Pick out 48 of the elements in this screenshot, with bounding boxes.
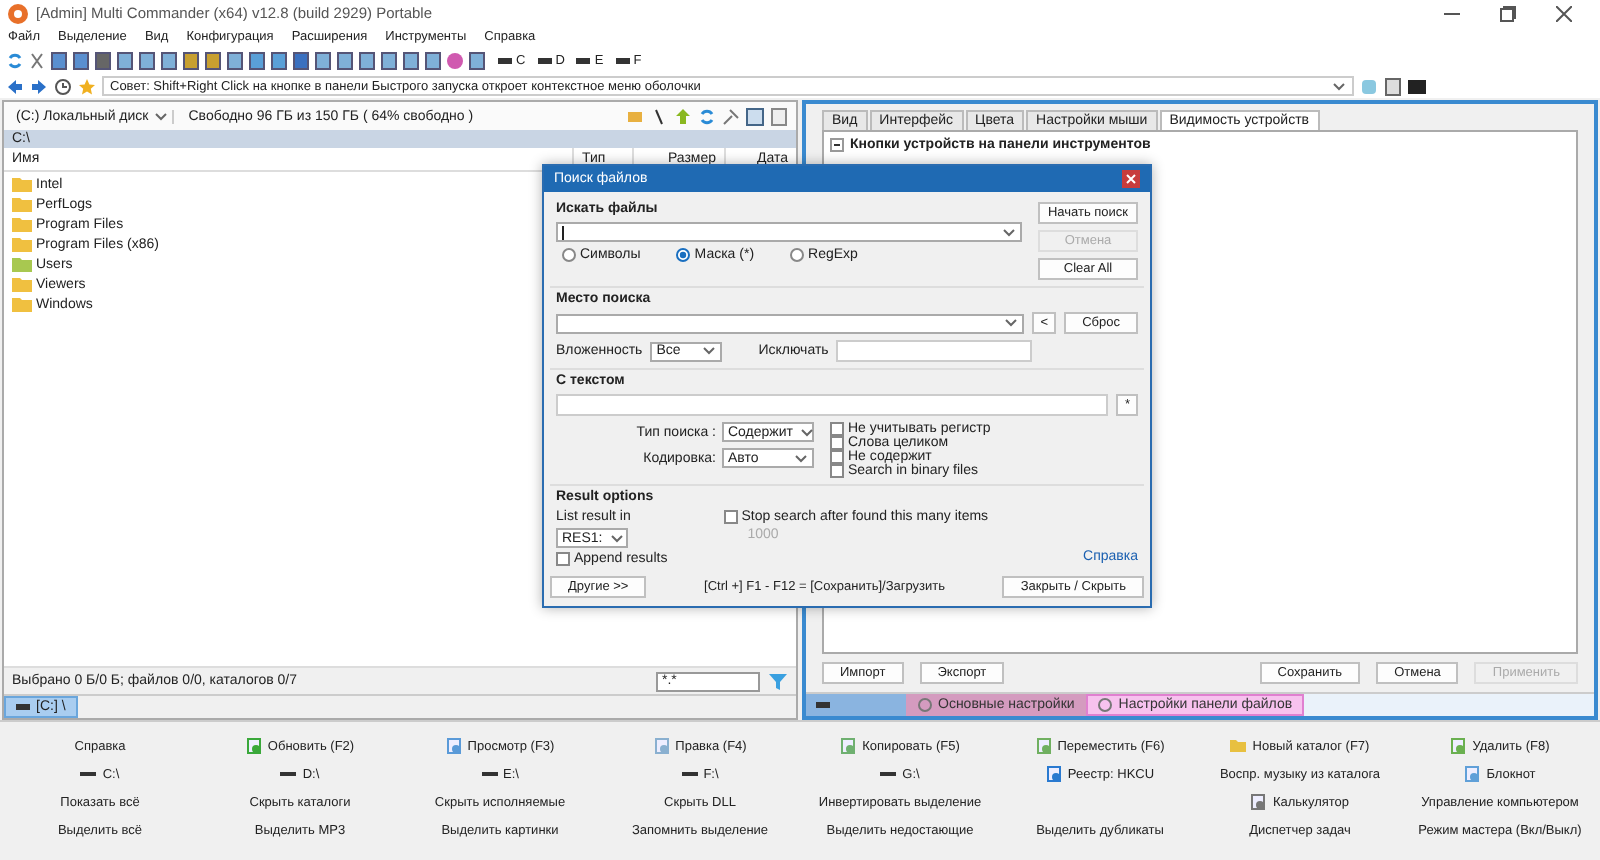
radio-icon[interactable] bbox=[562, 248, 576, 262]
close-icon[interactable] bbox=[1122, 170, 1140, 188]
radio-icon[interactable] bbox=[790, 248, 805, 262]
caret-icon[interactable] bbox=[702, 346, 717, 356]
refresh-icon[interactable] bbox=[6, 52, 24, 70]
drive-icon bbox=[80, 766, 97, 782]
back-arrow-icon[interactable] bbox=[6, 77, 24, 95]
close-icon[interactable] bbox=[1556, 5, 1572, 21]
checkbox-icon[interactable] bbox=[830, 436, 844, 450]
collapse-icon[interactable] bbox=[830, 138, 844, 152]
refresh-icon[interactable] bbox=[698, 107, 716, 125]
caret-icon[interactable] bbox=[1332, 81, 1346, 91]
checkbox-icon[interactable] bbox=[830, 422, 844, 436]
restore-icon[interactable] bbox=[1500, 5, 1516, 21]
drive-icon bbox=[880, 766, 897, 782]
drive-icon bbox=[816, 700, 830, 710]
drive-icon bbox=[537, 56, 552, 66]
caret-icon[interactable] bbox=[800, 427, 815, 437]
forward-arrow-icon[interactable] bbox=[30, 77, 48, 95]
drive-icon bbox=[16, 702, 30, 712]
drive-tab[interactable] bbox=[806, 694, 906, 716]
scissors-icon[interactable] bbox=[28, 52, 46, 70]
search-input[interactable] bbox=[556, 222, 1022, 242]
checkbox-icon[interactable] bbox=[723, 510, 738, 524]
text-input[interactable] bbox=[556, 394, 1109, 416]
checkbox-icon[interactable] bbox=[830, 450, 844, 464]
refresh-icon bbox=[245, 738, 262, 754]
caret-icon[interactable] bbox=[794, 453, 808, 463]
layout-icon[interactable] bbox=[746, 107, 764, 125]
radio-icon[interactable] bbox=[676, 248, 691, 262]
caret-icon[interactable] bbox=[1004, 318, 1019, 328]
exclude-input[interactable] bbox=[836, 340, 1033, 362]
location-input[interactable] bbox=[556, 313, 1025, 333]
caret-icon[interactable] bbox=[610, 533, 625, 543]
checkbox-icon[interactable] bbox=[556, 552, 570, 566]
drive-icon bbox=[498, 56, 512, 66]
caret-icon[interactable] bbox=[1002, 227, 1016, 237]
drive-icon bbox=[681, 766, 698, 782]
drive-icon bbox=[615, 56, 630, 66]
history-icon[interactable] bbox=[54, 77, 72, 95]
folder-icon bbox=[1230, 738, 1247, 754]
caret-icon[interactable] bbox=[154, 111, 169, 121]
drive-icon bbox=[481, 766, 498, 782]
backslash-icon[interactable] bbox=[650, 107, 668, 125]
star-icon[interactable] bbox=[78, 77, 96, 95]
drive-icon bbox=[280, 766, 297, 782]
drive-icon bbox=[576, 56, 591, 66]
checkbox-icon[interactable] bbox=[830, 464, 844, 478]
